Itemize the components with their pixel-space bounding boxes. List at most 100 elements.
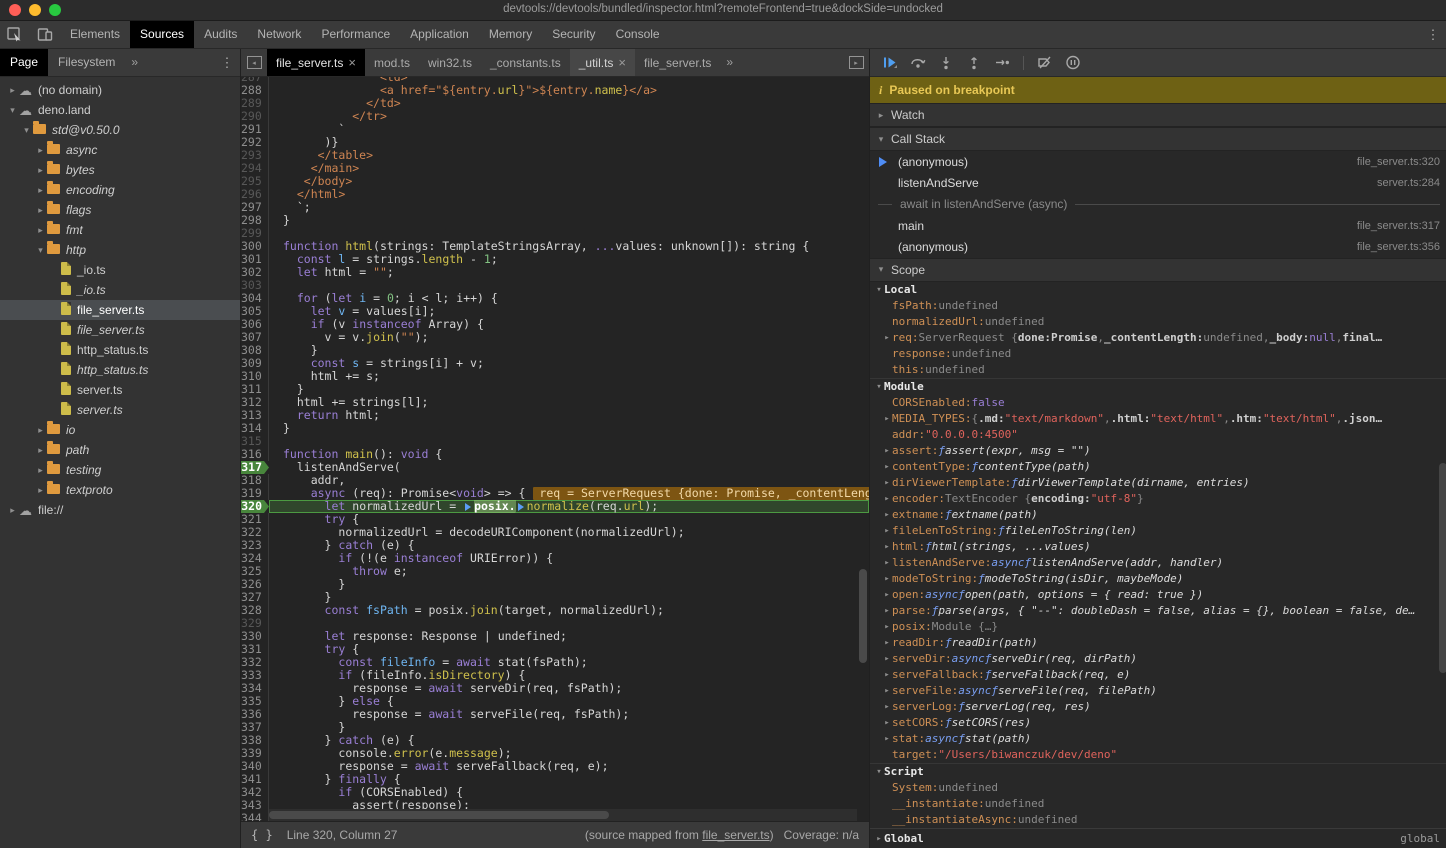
tree-item-file_server.ts[interactable]: file_server.ts (0, 300, 240, 320)
code-line-content[interactable]: </tr> (269, 110, 869, 123)
code-line-content[interactable]: if (fileInfo.isDirectory) { (269, 669, 869, 682)
scope-property-normalizedurl[interactable]: normalizedUrl: undefined (870, 314, 1446, 330)
scope-property-posix[interactable]: ▸posix: Module {…} (870, 619, 1446, 635)
navigator-menu-icon[interactable]: ⋮ (214, 49, 240, 76)
scope-expander-icon[interactable]: ▸ (882, 491, 892, 507)
scope-property-readdir[interactable]: ▸readDir: ƒ readDir(path) (870, 635, 1446, 651)
tree-expander-icon[interactable]: ▸ (6, 85, 19, 96)
tree-item-textproto[interactable]: ▸textproto (0, 480, 240, 500)
tree-expander-icon[interactable]: ▸ (34, 205, 47, 216)
editor-tab-win32.ts[interactable]: win32.ts (419, 49, 481, 76)
tab-console[interactable]: Console (606, 21, 670, 48)
scope-expander-icon[interactable]: ▸ (882, 731, 892, 747)
scope-expander-icon[interactable]: ▸ (882, 715, 892, 731)
code-line-content[interactable]: ` (269, 123, 869, 136)
scope-expander-icon[interactable]: ▸ (882, 571, 892, 587)
tree-item-http_status.ts[interactable]: http_status.ts (0, 360, 240, 380)
close-tab-icon[interactable]: × (348, 55, 356, 70)
source-map-link[interactable]: file_server.ts (702, 828, 769, 842)
call-stack-section-header[interactable]: ▾ Call Stack (870, 127, 1446, 151)
scope-property-modetostring[interactable]: ▸modeToString: ƒ modeToString(isDir, may… (870, 571, 1446, 587)
scope-section-global[interactable]: ▸Globalglobal (870, 828, 1446, 847)
tree-item-http_status.ts[interactable]: http_status.ts (0, 340, 240, 360)
code-line-content[interactable]: </body> (269, 175, 869, 188)
code-line-content[interactable]: const s = strings[i] + v; (269, 357, 869, 370)
scope-expander-icon[interactable]: ▸ (882, 555, 892, 571)
scope-property-encoder[interactable]: ▸encoder: TextEncoder {encoding: "utf-8"… (870, 491, 1446, 507)
tab-memory[interactable]: Memory (479, 21, 542, 48)
step-into-location-icon[interactable] (518, 503, 524, 511)
scope-expander-icon[interactable]: ▸ (882, 603, 892, 619)
scope-property-assert[interactable]: ▸assert: ƒ assert(expr, msg = "") (870, 443, 1446, 459)
scope-expander-icon[interactable]: ▸ (882, 443, 892, 459)
tree-expander-icon[interactable]: ▸ (34, 165, 47, 176)
tree-item-io[interactable]: ▸io (0, 420, 240, 440)
scope-property-__instantiateasync[interactable]: __instantiateAsync: undefined (870, 812, 1446, 828)
code-line-content[interactable]: response = await serveDir(req, fsPath); (269, 682, 869, 695)
call-stack-frame[interactable]: listenAndServeserver.ts:284 (870, 172, 1446, 193)
scope-property-target[interactable]: target: "/Users/biwanczuk/dev/deno" (870, 747, 1446, 763)
scope-property-addr[interactable]: addr: "0.0.0.0:4500" (870, 427, 1446, 443)
navigator-tab-page[interactable]: Page (0, 49, 48, 76)
code-line-content[interactable]: `; (269, 201, 869, 214)
step-into-location-icon[interactable] (465, 503, 471, 511)
code-line-content[interactable]: <td> (269, 77, 869, 84)
code-line-content[interactable]: let normalizedUrl = posix.normalize(req.… (269, 500, 869, 513)
scope-expander-icon[interactable]: ▾ (874, 764, 884, 780)
scope-expander-icon[interactable]: ▸ (882, 459, 892, 475)
editor-tab-_util.ts[interactable]: _util.ts× (570, 49, 635, 76)
line-number[interactable]: 319 (241, 487, 269, 500)
scope-expander-icon[interactable]: ▸ (882, 539, 892, 555)
editor-tab-_constants.ts[interactable]: _constants.ts (481, 49, 570, 76)
pause-on-exceptions-icon[interactable] (1061, 52, 1085, 74)
editor-horizontal-scrollbar[interactable] (269, 809, 857, 821)
show-debugger-icon[interactable]: ▸ (843, 49, 869, 76)
code-line-content[interactable]: let html = ""; (269, 266, 869, 279)
tree-item-http[interactable]: ▾http (0, 240, 240, 260)
hide-navigator-icon[interactable]: ◂ (241, 49, 267, 76)
code-line-content[interactable]: )} (269, 136, 869, 149)
inspect-element-icon[interactable] (0, 21, 30, 48)
code-line-content[interactable] (269, 435, 869, 448)
scope-property-setcors[interactable]: ▸setCORS: ƒ setCORS(res) (870, 715, 1446, 731)
code-line-content[interactable]: <a href="${entry.url}">${entry.name}</a> (269, 84, 869, 97)
code-line-content[interactable]: } (269, 591, 869, 604)
breakpoint-line-number[interactable]: 320 (241, 500, 269, 513)
tree-item-fmt[interactable]: ▸fmt (0, 220, 240, 240)
scope-expander-icon[interactable]: ▸ (882, 699, 892, 715)
code-line-content[interactable]: return html; (269, 409, 869, 422)
call-stack-frame[interactable]: mainfile_server.ts:317 (870, 215, 1446, 236)
code-line-content[interactable]: } (269, 383, 869, 396)
code-line-content[interactable]: } else { (269, 695, 869, 708)
editor-tab-file_server.ts[interactable]: file_server.ts× (267, 49, 365, 76)
tree-item-_io.ts[interactable]: _io.ts (0, 260, 240, 280)
tree-item-file_server.ts[interactable]: file_server.ts (0, 320, 240, 340)
tab-elements[interactable]: Elements (60, 21, 130, 48)
scope-expander-icon[interactable]: ▸ (882, 635, 892, 651)
step-over-icon[interactable] (906, 52, 930, 74)
scope-property-serverlog[interactable]: ▸serverLog: ƒ serverLog(req, res) (870, 699, 1446, 715)
breakpoint-line-number[interactable]: 317 (241, 461, 269, 474)
scope-expander-icon[interactable]: ▸ (882, 651, 892, 667)
code-line-content[interactable]: throw e; (269, 565, 869, 578)
tree-expander-icon[interactable]: ▾ (6, 105, 19, 116)
tree-item-testing[interactable]: ▸testing (0, 460, 240, 480)
scope-property-dirviewertemplate[interactable]: ▸dirViewerTemplate: ƒ dirViewerTemplate(… (870, 475, 1446, 491)
tree-expander-icon[interactable]: ▾ (20, 125, 33, 136)
tab-audits[interactable]: Audits (194, 21, 247, 48)
tree-expander-icon[interactable]: ▸ (6, 505, 19, 516)
watch-section-header[interactable]: ▸ Watch (870, 103, 1446, 127)
scope-property-parse[interactable]: ▸parse: ƒ parse(args, { "--": doubleDash… (870, 603, 1446, 619)
tree-item-server.ts[interactable]: server.ts (0, 400, 240, 420)
code-line-content[interactable]: try { (269, 513, 869, 526)
tree-expander-icon[interactable]: ▾ (34, 245, 47, 256)
tab-security[interactable]: Security (542, 21, 605, 48)
scope-section-script[interactable]: ▾Script (870, 763, 1446, 780)
code-line-content[interactable]: } finally { (269, 773, 869, 786)
code-line-content[interactable]: console.error(e.message); (269, 747, 869, 760)
scope-expander-icon[interactable]: ▸ (882, 667, 892, 683)
scope-property-response[interactable]: response: undefined (870, 346, 1446, 362)
scope-expander-icon[interactable]: ▸ (882, 523, 892, 539)
code-line-content[interactable]: } (269, 422, 869, 435)
tree-item-path[interactable]: ▸path (0, 440, 240, 460)
